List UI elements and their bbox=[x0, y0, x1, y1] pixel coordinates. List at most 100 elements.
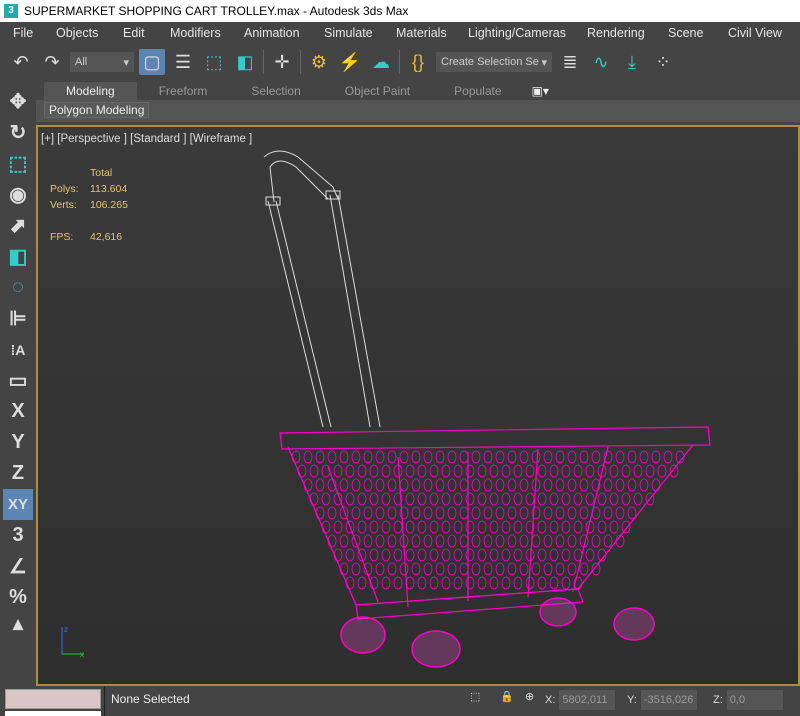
menu-scene[interactable]: Scene bbox=[668, 26, 703, 40]
mesh-hole bbox=[663, 450, 673, 464]
mesh-hole bbox=[363, 506, 373, 520]
select-object-icon[interactable]: ▢ bbox=[139, 49, 165, 75]
axis-tripod: zx bbox=[61, 625, 84, 659]
menu-rendering[interactable]: Rendering bbox=[587, 26, 645, 40]
mesh-hole bbox=[507, 506, 517, 520]
perspective-viewport[interactable]: [+] [Perspective ] [Standard ] [Wirefram… bbox=[36, 125, 800, 686]
mesh-hole bbox=[387, 562, 397, 576]
select-by-name-icon[interactable]: ☰ bbox=[170, 49, 196, 75]
mesh-hole bbox=[411, 478, 421, 492]
edit-named-selection-icon[interactable]: {} bbox=[405, 49, 431, 75]
mesh-hole bbox=[489, 492, 499, 506]
axis-z[interactable]: Z bbox=[0, 458, 36, 489]
tab-modeling[interactable]: Modeling bbox=[44, 82, 137, 100]
array-icon[interactable]: ◌ bbox=[0, 272, 36, 303]
mesh-hole bbox=[501, 464, 511, 478]
mesh-hole bbox=[567, 562, 577, 576]
menu-simulate[interactable]: Simulate bbox=[324, 26, 373, 40]
mesh-hole bbox=[357, 464, 367, 478]
rectangular-selection-icon[interactable]: ⬚ bbox=[201, 49, 227, 75]
mesh-hole bbox=[393, 576, 403, 590]
menu-materials[interactable]: Materials bbox=[396, 26, 447, 40]
schematic-view-icon[interactable]: ⁘ bbox=[650, 49, 676, 75]
polygon-modeling-panel[interactable]: Polygon Modeling bbox=[44, 102, 150, 118]
mesh-hole bbox=[357, 576, 367, 590]
mesh-hole bbox=[339, 534, 349, 548]
tab-object-paint[interactable]: Object Paint bbox=[323, 82, 432, 100]
render-cloud-icon[interactable]: ☁ bbox=[368, 49, 394, 75]
mesh-hole bbox=[453, 576, 463, 590]
mesh-hole bbox=[609, 464, 619, 478]
mesh-hole bbox=[417, 520, 427, 534]
axis-xy[interactable]: XY bbox=[3, 489, 33, 520]
mesh-hole bbox=[399, 562, 409, 576]
z-coordinate-field[interactable]: 0,0 bbox=[726, 690, 783, 710]
mesh-hole bbox=[579, 478, 589, 492]
mesh-hole bbox=[519, 506, 529, 520]
spinner-snap-icon[interactable]: ▴ bbox=[0, 613, 36, 635]
mesh-hole bbox=[339, 478, 349, 492]
mesh-hole bbox=[501, 520, 511, 534]
mesh-hole bbox=[387, 506, 397, 520]
percent-snap-icon[interactable]: % bbox=[0, 582, 36, 613]
mesh-hole bbox=[453, 464, 463, 478]
move-icon[interactable]: ✥ bbox=[0, 86, 36, 117]
selection-filter-dropdown[interactable]: All ▾ bbox=[70, 52, 134, 72]
lock-selection-icon[interactable]: 🔒 bbox=[500, 690, 514, 703]
mesh-hole bbox=[357, 492, 367, 506]
render-frame-icon[interactable]: ⚡ bbox=[337, 49, 363, 75]
ruler-icon[interactable]: ▭ bbox=[0, 365, 36, 396]
menu-animation[interactable]: Animation bbox=[244, 26, 300, 40]
mesh-hole bbox=[633, 492, 643, 506]
axis-x[interactable]: X bbox=[0, 396, 36, 427]
tab-selection[interactable]: Selection bbox=[229, 82, 322, 100]
mesh-hole bbox=[609, 520, 619, 534]
layer-explorer-icon[interactable]: ≣ bbox=[557, 49, 583, 75]
align-icon[interactable]: ⊫ bbox=[0, 303, 36, 334]
redo-icon[interactable]: ↷ bbox=[39, 49, 65, 75]
isolate-selection-icon[interactable]: ⬚ bbox=[470, 690, 480, 703]
undo-icon[interactable]: ↶ bbox=[8, 49, 34, 75]
mirror-icon[interactable]: ◧ bbox=[0, 241, 36, 272]
rotate-icon[interactable]: ↻ bbox=[0, 117, 36, 148]
mesh-hole bbox=[423, 506, 433, 520]
mesh-hole bbox=[429, 520, 439, 534]
spacing-icon[interactable]: ⁞A bbox=[0, 334, 36, 365]
snap-icon[interactable]: ⬈ bbox=[0, 210, 36, 241]
mesh-hole bbox=[543, 506, 553, 520]
ribbon-options-icon[interactable]: ▣▾ bbox=[524, 82, 557, 100]
mesh-hole bbox=[549, 520, 559, 534]
mesh-hole bbox=[441, 464, 451, 478]
snap-3d-icon[interactable]: 3 bbox=[0, 520, 36, 551]
menu-civil-view[interactable]: Civil View bbox=[728, 26, 782, 40]
menu-lighting-cameras[interactable]: Lighting/Cameras bbox=[468, 26, 566, 40]
render-setup-icon[interactable]: ⚙ bbox=[306, 49, 332, 75]
menu-objects[interactable]: Objects bbox=[56, 26, 98, 40]
absolute-mode-icon[interactable]: ⊕ bbox=[525, 690, 534, 703]
window-crossing-icon[interactable]: ◧ bbox=[232, 49, 258, 75]
angle-snap-icon[interactable]: ∠ bbox=[0, 551, 36, 582]
y-coordinate-field[interactable]: -3516,026 bbox=[640, 690, 697, 710]
selection-set-dropdown[interactable]: Create Selection Se ▾ bbox=[436, 52, 552, 72]
mesh-hole bbox=[603, 478, 613, 492]
curve-editor-icon[interactable]: ∿ bbox=[588, 49, 614, 75]
scale-icon[interactable]: ⬚ bbox=[0, 148, 36, 179]
maxscript-listener[interactable] bbox=[5, 689, 101, 709]
align-icon[interactable]: ⤓ bbox=[619, 49, 645, 75]
axis-y[interactable]: Y bbox=[0, 427, 36, 458]
move-icon[interactable]: ✛ bbox=[269, 49, 295, 75]
mesh-hole bbox=[369, 464, 379, 478]
mesh-hole bbox=[297, 464, 307, 478]
maxscript-input[interactable] bbox=[5, 711, 101, 716]
place-icon[interactable]: ◉ bbox=[0, 179, 36, 210]
mesh-hole bbox=[591, 562, 601, 576]
menu-file[interactable]: File bbox=[13, 26, 33, 40]
mesh-hole bbox=[483, 506, 493, 520]
mesh-hole bbox=[651, 478, 661, 492]
x-coordinate-field[interactable]: 5802,011 bbox=[559, 690, 616, 710]
menu-modifiers[interactable]: Modifiers bbox=[170, 26, 221, 40]
tab-freeform[interactable]: Freeform bbox=[137, 82, 230, 100]
tab-populate[interactable]: Populate bbox=[432, 82, 523, 100]
menu-edit[interactable]: Edit bbox=[123, 26, 145, 40]
mesh-hole bbox=[477, 520, 487, 534]
